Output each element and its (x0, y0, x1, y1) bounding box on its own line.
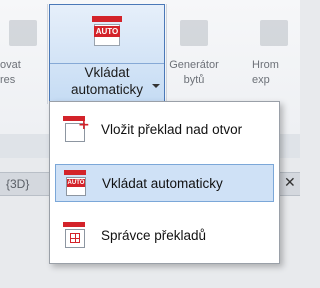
auto-insert-button-label[interactable]: Vkládat automaticky (50, 64, 164, 98)
export-button-label: Hrom exp (252, 59, 279, 86)
menu-item-lintel-manager[interactable]: Správce překladů (55, 217, 274, 255)
lintel-auto-icon: AUTO (62, 170, 92, 198)
auto-insert-split-button[interactable]: AUTO Vkládat automaticky (49, 4, 165, 102)
export-icon (260, 20, 288, 46)
export-button[interactable]: Hrom exp (248, 0, 300, 106)
ribbon-button-left-label: ovat res (0, 59, 21, 86)
ribbon-button-left[interactable]: ovat res (0, 0, 46, 106)
generic-icon (9, 20, 37, 46)
dropdown-menu: + Vložit překlad nad otvor AUTO Vkládat … (49, 101, 280, 264)
lintel-manager-icon (61, 222, 91, 250)
ribbon-separator (47, 4, 48, 104)
chevron-down-icon[interactable] (152, 84, 160, 88)
menu-item-label: Vkládat automaticky (102, 176, 223, 191)
close-icon[interactable]: ✕ (284, 175, 296, 191)
ribbon-separator (166, 4, 167, 104)
menu-item-label: Správce překladů (101, 228, 207, 243)
menu-item-insert-lintel-over-opening[interactable]: + Vložit překlad nad otvor (55, 111, 274, 149)
generator-icon (180, 20, 208, 46)
generator-button-label: Generátor bytů (169, 59, 219, 86)
generator-button[interactable]: Generátor bytů (168, 0, 220, 106)
view-tab-3d[interactable]: {3D} (6, 177, 29, 191)
lintel-auto-icon: AUTO (92, 16, 122, 46)
menu-item-auto-insert[interactable]: AUTO Vkládat automaticky (55, 164, 274, 202)
menu-item-label: Vložit překlad nad otvor (101, 122, 243, 137)
lintel-plus-icon: + (61, 116, 91, 144)
